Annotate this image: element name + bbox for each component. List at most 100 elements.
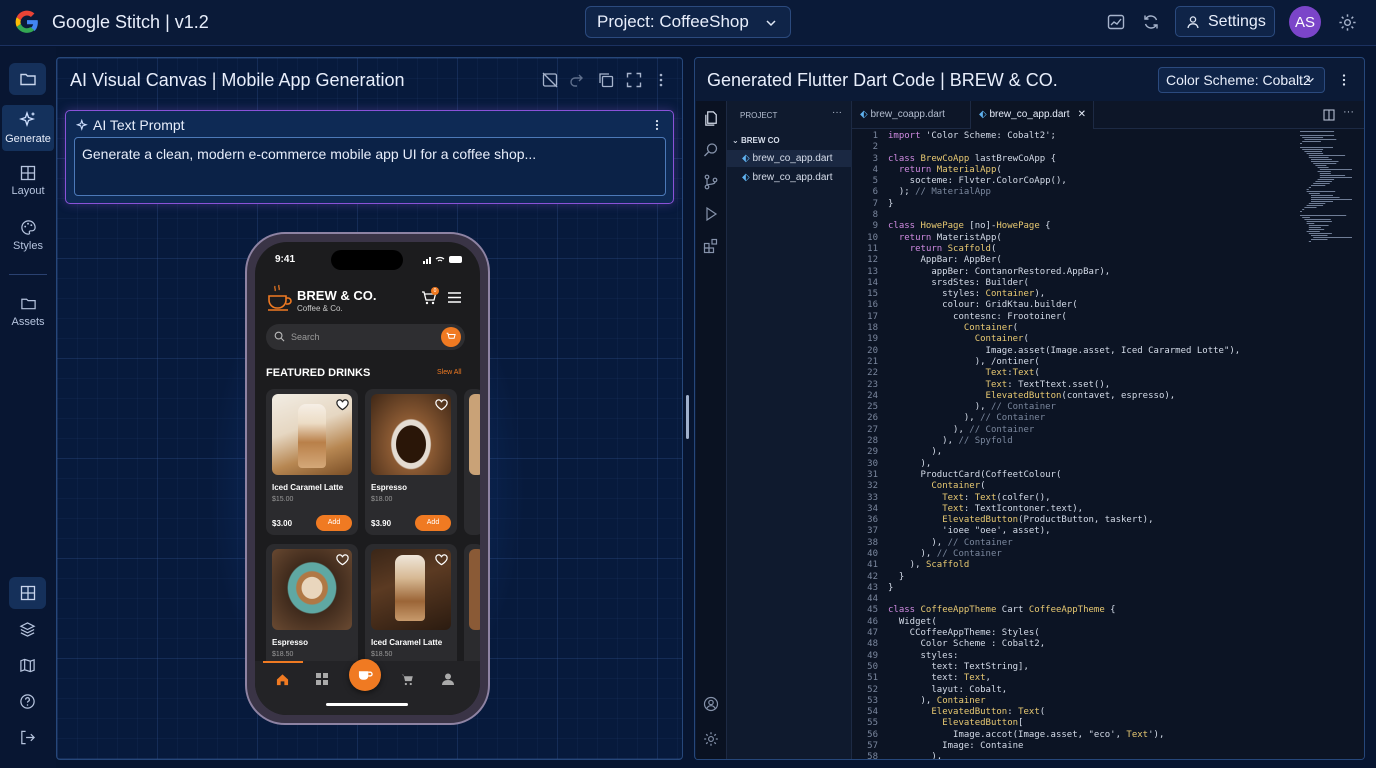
editor-tab[interactable]: ⬖ brew_coapp.dart bbox=[852, 101, 970, 129]
rail-item-layout[interactable]: Layout bbox=[2, 165, 54, 197]
panel-resize-handle[interactable] bbox=[686, 395, 689, 439]
code-line: ), Container bbox=[888, 695, 986, 706]
account-icon[interactable] bbox=[703, 696, 719, 712]
extensions-icon[interactable] bbox=[703, 238, 719, 254]
explorer-file[interactable]: ⬖ brew_co_app.dart bbox=[727, 169, 852, 186]
minimap-line bbox=[1300, 143, 1302, 144]
product-name: Iced Caramel Latte bbox=[371, 638, 443, 647]
avatar[interactable]: AS bbox=[1289, 6, 1321, 38]
search-submit-button[interactable] bbox=[441, 327, 461, 347]
menu-icon[interactable] bbox=[447, 291, 462, 304]
more-vertical-icon[interactable] bbox=[650, 118, 664, 132]
image-off-icon[interactable] bbox=[541, 71, 559, 89]
split-editor-icon[interactable] bbox=[1323, 109, 1335, 121]
line-number: 53 bbox=[867, 695, 878, 706]
code-line: styles: bbox=[888, 650, 959, 661]
folder-icon bbox=[19, 73, 36, 86]
editor-more-icon[interactable]: ··· bbox=[1343, 106, 1354, 118]
rail-item-styles[interactable]: Styles bbox=[2, 219, 54, 252]
gear-icon[interactable] bbox=[703, 731, 719, 747]
code-line: Image.accot(Image.asset, "eco', Text'), bbox=[888, 729, 1165, 740]
add-to-cart-button[interactable]: Add bbox=[316, 515, 352, 531]
grid-icon bbox=[20, 165, 36, 181]
heart-icon[interactable] bbox=[435, 399, 448, 411]
brand-subtitle: Coffee & Co. bbox=[297, 304, 343, 313]
minimap-line bbox=[1304, 139, 1337, 140]
analytics-icon[interactable] bbox=[1105, 11, 1127, 33]
heart-icon[interactable] bbox=[435, 554, 448, 566]
product-card[interactable]: Iced Caramel Latte $15.00 $3.00 Add bbox=[266, 389, 358, 535]
folder-name: BREW CO bbox=[740, 136, 780, 145]
help-icon bbox=[20, 693, 35, 709]
code-line: } bbox=[888, 582, 894, 593]
search-input[interactable]: Search bbox=[266, 324, 465, 350]
line-number: 13 bbox=[867, 266, 878, 277]
grid-icon[interactable] bbox=[316, 673, 328, 685]
coffee-fab-button[interactable] bbox=[349, 659, 381, 691]
product-card[interactable]: Espresso $18.00 $3.90 Add bbox=[365, 389, 457, 535]
color-scheme-dropdown[interactable]: Color Scheme: Cobalt2 bbox=[1158, 67, 1325, 93]
code-line: layut: Cobalt, bbox=[888, 684, 1008, 695]
help-button[interactable] bbox=[9, 685, 46, 717]
settings-button[interactable]: Settings bbox=[1175, 6, 1275, 37]
rail-label: Styles bbox=[13, 240, 43, 252]
product-name: Espresso bbox=[371, 483, 408, 492]
palette-icon bbox=[20, 220, 36, 235]
line-number: 44 bbox=[867, 594, 878, 605]
folder-toggle-button[interactable] bbox=[9, 63, 46, 95]
rail-item-assets[interactable]: Assets bbox=[2, 295, 54, 328]
more-vertical-icon[interactable] bbox=[1336, 72, 1352, 88]
more-vertical-icon[interactable] bbox=[652, 71, 670, 89]
minimap-line bbox=[1302, 217, 1310, 218]
line-number: 3 bbox=[872, 153, 878, 164]
minimap-line bbox=[1308, 203, 1326, 204]
gear-icon[interactable] bbox=[1336, 11, 1358, 33]
line-number: 41 bbox=[867, 560, 878, 571]
search-icon[interactable] bbox=[703, 142, 719, 158]
profile-icon[interactable] bbox=[442, 673, 454, 685]
sync-icon[interactable] bbox=[1140, 11, 1162, 33]
coffee-cup-icon bbox=[268, 284, 292, 311]
explorer-file[interactable]: ⬖ brew_co_app.dart bbox=[727, 150, 852, 167]
copy-icon[interactable] bbox=[597, 71, 615, 89]
panels-button[interactable] bbox=[9, 577, 46, 609]
minimap-line bbox=[1300, 147, 1333, 148]
logout-button[interactable] bbox=[9, 721, 46, 753]
add-to-cart-button[interactable]: Add bbox=[415, 515, 451, 531]
project-dropdown[interactable]: Project: CoffeeShop bbox=[585, 6, 791, 38]
explorer-folder[interactable]: ⌄ BREW CO bbox=[727, 132, 852, 149]
minimap-line bbox=[1308, 157, 1329, 158]
run-debug-icon[interactable] bbox=[703, 206, 719, 222]
cart-icon[interactable] bbox=[401, 673, 414, 686]
redo-icon[interactable] bbox=[568, 71, 586, 89]
files-icon[interactable] bbox=[703, 110, 720, 127]
source-control-icon[interactable] bbox=[703, 174, 719, 190]
code-minimap[interactable] bbox=[1300, 131, 1356, 251]
code-line: Container( bbox=[963, 323, 1019, 334]
layers-button[interactable] bbox=[9, 613, 46, 645]
minimap-line bbox=[1308, 233, 1332, 234]
home-icon[interactable] bbox=[276, 673, 289, 686]
line-number: 48 bbox=[867, 639, 878, 650]
code-line: ), bbox=[888, 752, 943, 760]
explorer-more-icon[interactable]: ··· bbox=[832, 107, 842, 118]
close-icon[interactable]: ✕ bbox=[1078, 101, 1086, 129]
heart-icon[interactable] bbox=[336, 399, 349, 411]
map-button[interactable] bbox=[9, 649, 46, 681]
minimap-line bbox=[1306, 189, 1309, 190]
minimap-line bbox=[1306, 153, 1324, 154]
chevron-down-icon bbox=[1306, 77, 1314, 83]
code-content[interactable]: import 'Color Scheme: Cobalt2'; class Br… bbox=[888, 131, 1240, 760]
rail-item-generate[interactable]: Generate bbox=[2, 105, 54, 151]
top-bar: Google Stitch | v1.2 Project: CoffeeShop… bbox=[0, 0, 1376, 46]
rail-label: Assets bbox=[11, 316, 45, 328]
view-all-link[interactable]: Slew All bbox=[437, 369, 462, 376]
line-number: 32 bbox=[867, 481, 878, 492]
editor-tab-active[interactable]: ⬖ brew_co_app.dart ✕ bbox=[970, 101, 1094, 129]
prompt-input[interactable]: Generate a clean, modern e-commerce mobi… bbox=[74, 137, 666, 196]
heart-icon[interactable] bbox=[336, 554, 349, 566]
code-line: ), Scaffold bbox=[888, 560, 970, 571]
code-line: Widget( bbox=[888, 616, 937, 627]
canvas-header: AI Visual Canvas | Mobile App Generation bbox=[57, 58, 682, 102]
fullscreen-icon[interactable] bbox=[625, 71, 643, 89]
